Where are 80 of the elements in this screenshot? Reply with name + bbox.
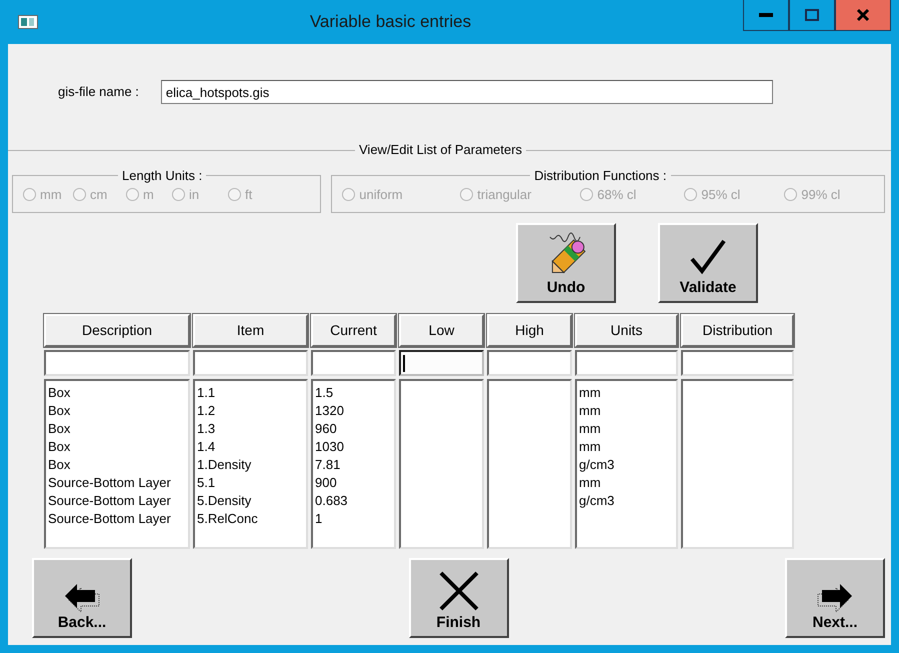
list-item[interactable]: mm (579, 438, 674, 456)
list-item[interactable]: Box (48, 420, 186, 438)
list-item[interactable]: 900 (315, 474, 392, 492)
list-item[interactable]: g/cm3 (579, 492, 674, 510)
list-item[interactable]: 5.RelConc (197, 510, 304, 528)
list-item[interactable]: mm (579, 402, 674, 420)
radio-option: in (172, 185, 222, 204)
column-header[interactable]: High (487, 314, 572, 347)
minimize-button[interactable] (743, 0, 789, 31)
list-item[interactable]: Source-Bottom Layer (48, 492, 186, 510)
close-icon (856, 8, 870, 22)
finish-button[interactable]: Finish (408, 558, 508, 638)
filter-field[interactable] (44, 350, 190, 376)
column-list[interactable] (399, 379, 484, 549)
list-item[interactable]: 0.683 (315, 492, 392, 510)
list-item[interactable]: Box (48, 402, 186, 420)
list-item[interactable]: 1.1 (197, 384, 304, 402)
list-item[interactable]: 1030 (315, 438, 392, 456)
list-item[interactable]: Box (48, 438, 186, 456)
list-item[interactable]: 1 (315, 510, 392, 528)
file-name-label: gis-file name : (58, 83, 139, 102)
list-item[interactable]: Box (48, 456, 186, 474)
window-title: Variable basic entries (308, 11, 472, 34)
list-item[interactable]: mm (579, 474, 674, 492)
filter-field[interactable] (311, 350, 396, 376)
list-item[interactable]: Source-Bottom Layer (48, 510, 186, 528)
maximize-button[interactable] (789, 0, 835, 31)
column-header[interactable]: Units (575, 314, 678, 347)
filter-field[interactable] (399, 350, 484, 376)
list-item[interactable]: 7.81 (315, 456, 392, 474)
filter-field[interactable] (487, 350, 572, 376)
filter-field[interactable] (575, 350, 678, 376)
column-header[interactable]: Item (193, 314, 308, 347)
list-item[interactable]: 1.4 (197, 438, 304, 456)
radio-option: cm (73, 185, 120, 204)
radio-option: ft (228, 185, 268, 204)
list-item[interactable]: Box (48, 384, 186, 402)
column-header[interactable]: Description (44, 314, 190, 347)
column-list[interactable]: Box Box Box Box Box Source-Bottom Layer Source-Bottom Layer Source-Bottom Layer (44, 379, 190, 549)
filter-field[interactable] (193, 350, 308, 376)
list-item[interactable]: 1.3 (197, 420, 304, 438)
close-button[interactable] (835, 0, 891, 31)
next-button[interactable]: Next... (785, 558, 885, 638)
list-item[interactable]: 1.5 (315, 384, 392, 402)
radio-option: m (126, 185, 166, 204)
radio-option: 68% cl (580, 185, 676, 204)
list-item[interactable]: Source-Bottom Layer (48, 474, 186, 492)
list-item[interactable]: g/cm3 (579, 456, 674, 474)
list-item[interactable]: mm (579, 384, 674, 402)
filter-field[interactable] (681, 350, 794, 376)
list-item[interactable]: 5.Density (197, 492, 304, 510)
left-arrow-icon (63, 582, 101, 612)
list-item[interactable]: 1.Density (197, 456, 304, 474)
maximize-icon (805, 9, 819, 21)
list-item[interactable]: 1320 (315, 402, 392, 420)
list-item[interactable]: 5.1 (197, 474, 304, 492)
list-item[interactable]: mm (579, 420, 674, 438)
back-button[interactable]: Back... (32, 558, 132, 638)
close-x-icon (438, 570, 480, 612)
list-item[interactable]: 960 (315, 420, 392, 438)
column-header[interactable]: Distribution (681, 314, 794, 347)
column-list[interactable]: 1.5 1320 960 1030 7.81 900 0.683 1 (311, 379, 396, 549)
radio-option: uniform (342, 185, 452, 204)
column-list[interactable] (487, 379, 572, 549)
undo-button[interactable]: Undo (516, 223, 616, 303)
column-list[interactable] (681, 379, 794, 549)
app-icon (18, 15, 38, 29)
column-list[interactable]: 1.1 1.2 1.3 1.4 1.Density 5.1 5.Density 5.RelConc (193, 379, 308, 549)
validate-button[interactable]: Validate (658, 223, 758, 303)
column-list[interactable]: mm mm mm mm g/cm3 mm g/cm3 (575, 379, 678, 549)
radio-option: triangular (460, 185, 572, 204)
column-header[interactable]: Current (311, 314, 396, 347)
file-name-field[interactable]: elica_hotspots.gis (160, 80, 773, 104)
radio-option: 95% cl (684, 185, 776, 204)
radio-option: 99% cl (784, 185, 864, 204)
minimize-icon (759, 13, 773, 17)
right-arrow-icon (816, 582, 854, 612)
column-header[interactable]: Low (399, 314, 484, 347)
list-item[interactable]: 1.2 (197, 402, 304, 420)
radio-option: mm (23, 185, 67, 204)
